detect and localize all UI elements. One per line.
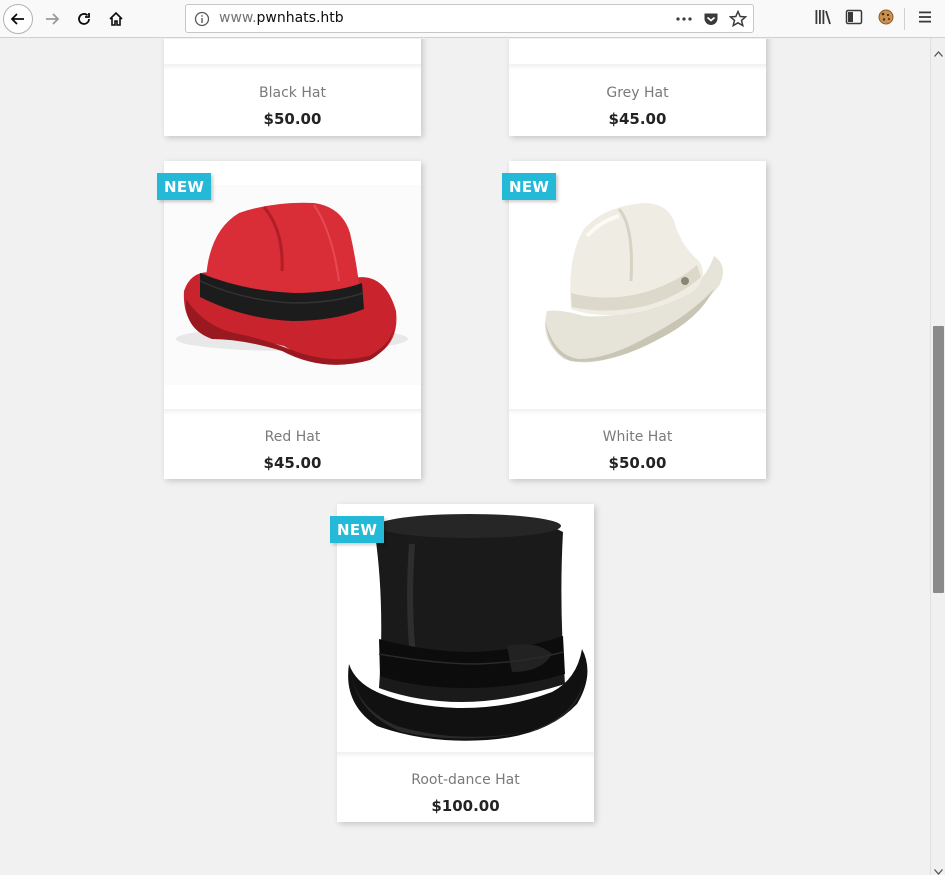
- browser-toolbar: www.pwnhats.htb: [0, 0, 945, 38]
- card-divider: [509, 64, 766, 70]
- pocket-icon[interactable]: [703, 11, 719, 31]
- card-divider: [337, 752, 594, 758]
- forward-icon: [46, 13, 60, 25]
- product-name[interactable]: Grey Hat: [509, 85, 766, 101]
- back-icon: [10, 13, 24, 25]
- product-price: $50.00: [263, 110, 322, 128]
- back-button[interactable]: [3, 4, 33, 34]
- star-icon[interactable]: [728, 9, 748, 32]
- library-icon[interactable]: [814, 8, 832, 30]
- url-prefix: www.: [219, 10, 257, 26]
- new-badge: NEW: [502, 173, 557, 200]
- product-card[interactable]: NEW White Hat $50.00: [502, 161, 766, 479]
- product-card[interactable]: Black Hat $50.00: [164, 39, 421, 136]
- scroll-down-arrow-icon[interactable]: [934, 860, 943, 875]
- url-bar[interactable]: www.pwnhats.htb: [185, 4, 754, 33]
- product-name[interactable]: Red Hat: [164, 429, 421, 445]
- product-price: $50.00: [608, 454, 667, 472]
- toolbar-separator: [904, 8, 905, 30]
- info-icon[interactable]: [194, 11, 210, 31]
- sidebar-icon[interactable]: [845, 8, 863, 30]
- menu-icon[interactable]: [916, 8, 934, 30]
- card-divider: [164, 64, 421, 70]
- product-card[interactable]: NEW Root-dance Hat $100.00: [330, 504, 594, 822]
- scroll-thumb[interactable]: [933, 326, 944, 593]
- reload-icon: [78, 13, 90, 25]
- home-icon: [109, 11, 123, 26]
- forward-button[interactable]: [37, 4, 67, 34]
- new-badge: NEW: [157, 173, 212, 200]
- card-divider: [164, 409, 421, 415]
- new-badge: NEW: [330, 516, 385, 543]
- card-divider: [509, 409, 766, 415]
- scroll-up-arrow-icon[interactable]: [934, 42, 943, 61]
- reload-button[interactable]: [69, 4, 99, 34]
- url-domain: pwnhats.htb: [256, 10, 344, 26]
- url-text[interactable]: www.pwnhats.htb: [219, 10, 344, 26]
- page-scrollbar[interactable]: [930, 38, 945, 875]
- product-grid: Black Hat $50.00 Grey Hat $45.00 NEW Red…: [0, 39, 930, 875]
- more-icon[interactable]: [675, 11, 693, 31]
- product-name[interactable]: Root-dance Hat: [337, 772, 594, 788]
- product-price: $45.00: [608, 110, 667, 128]
- product-card[interactable]: NEW Red Hat $45.00: [157, 161, 421, 479]
- product-name[interactable]: White Hat: [509, 429, 766, 445]
- home-button[interactable]: [101, 4, 131, 34]
- product-name[interactable]: Black Hat: [164, 85, 421, 101]
- product-price: $45.00: [263, 454, 322, 472]
- product-card[interactable]: Grey Hat $45.00: [509, 39, 766, 136]
- cookie-icon[interactable]: [877, 8, 895, 30]
- product-price: $100.00: [431, 797, 500, 815]
